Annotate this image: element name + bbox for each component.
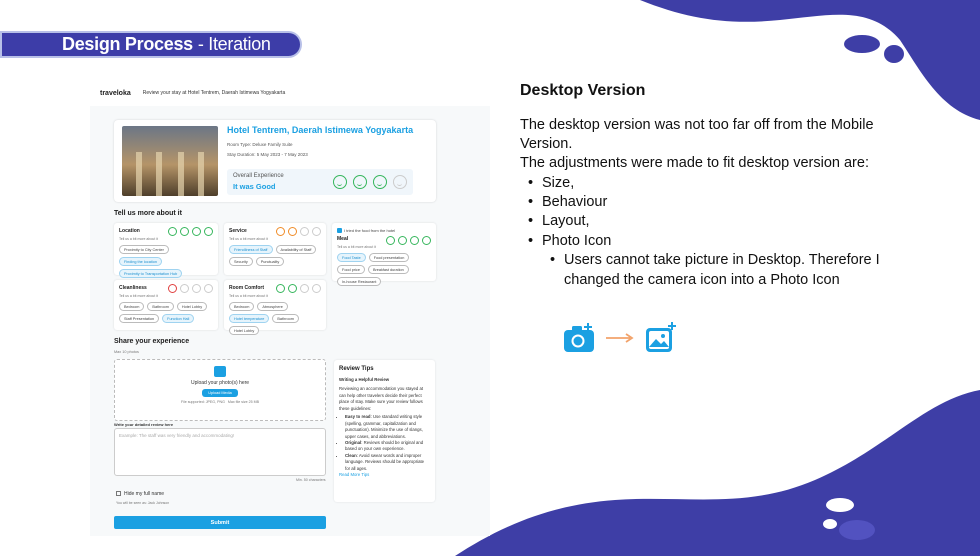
chip[interactable]: Hotel Lobby	[229, 326, 260, 335]
hotel-photo	[122, 126, 218, 196]
room-comfort-card: Room Comfort Tell us a bit more about it…	[224, 280, 326, 335]
chip[interactable]: In-house Restaurant	[337, 277, 382, 287]
cleanliness-sub: Tell us a bit more about it	[119, 294, 158, 298]
room-type: Room Type: Deluxe Family Suite	[227, 142, 293, 147]
photo-icon	[646, 322, 676, 352]
hotel-name: Hotel Tentrem, Daerah Istimewa Yogyakart…	[227, 125, 414, 135]
para-line: The desktop version was not too far off …	[520, 117, 874, 133]
right-heading: Desktop Version	[520, 82, 646, 99]
submit-button[interactable]: Submit	[114, 516, 326, 529]
chip[interactable]: Food price	[337, 265, 365, 275]
share-title: Share your experience	[114, 338, 190, 345]
photo-upload-area[interactable]: Upload your photo(s) here Upload Media F…	[114, 359, 326, 421]
tips-title: Review Tips	[339, 366, 374, 372]
review-textarea[interactable]: Example: The staff was very friendly and…	[114, 428, 326, 476]
title-bold: Design Process	[62, 34, 193, 54]
chip[interactable]: Food presentation	[368, 253, 410, 263]
para-line: Version.	[520, 136, 573, 152]
chip[interactable]: Hotel temperature	[229, 314, 270, 323]
upload-max: Max file size 25 MB	[227, 400, 260, 404]
meal-checkbox-label: I tried the food from the hotel	[344, 228, 396, 233]
min-characters: Min. 50 characters	[296, 478, 326, 482]
read-more-tips-link[interactable]: Read More Tips	[339, 472, 369, 477]
tips-subtitle: Writing a Helpful Review	[339, 377, 390, 382]
service-sub: Tell us a bit more about it	[229, 237, 268, 241]
cleanliness-card: Cleanliness Tell us a bit more about it …	[114, 280, 218, 330]
para-line: The adjustments were made to fit desktop…	[520, 155, 869, 171]
chip[interactable]: Bedroom	[229, 302, 255, 311]
chip[interactable]: Breakfast duration	[367, 265, 409, 275]
room-comfort-sub: Tell us a bit more about it	[229, 294, 268, 298]
review-tips-panel: Review Tips Writing a Helpful Review Rev…	[334, 360, 435, 502]
chip[interactable]: Bathroom	[272, 314, 299, 323]
review-label: Write your detailed review here	[114, 422, 174, 427]
meal-card: I tried the food from the hotel Meal Tel…	[332, 223, 436, 287]
sub-bullet-line: changed the camera icon into a Photo Ico…	[564, 272, 840, 288]
chip[interactable]: Availability of Staff	[275, 245, 317, 254]
chip[interactable]: Food Taste	[337, 253, 366, 263]
overall-experience-box: Overall Experience It was Good	[227, 169, 413, 195]
mockup-header: traveloka Review your stay at Hotel Tent…	[90, 80, 490, 106]
chip[interactable]: Atmosphere	[257, 302, 288, 311]
bottom-right-blob-decoration	[455, 390, 980, 556]
location-card: Location Tell us a bit more about it Pro…	[114, 223, 218, 290]
chip[interactable]: Bedroom	[119, 302, 145, 311]
meal-checkbox-row[interactable]: I tried the food from the hotel	[337, 228, 431, 234]
upload-support: File supported: JPEG, PNG	[180, 400, 225, 404]
upload-media-button[interactable]: Upload Media	[202, 389, 238, 397]
bullet-item: Behaviour	[528, 194, 607, 210]
bullet-item: Photo Icon	[528, 233, 611, 249]
chip[interactable]: Proximity to City Center	[119, 245, 169, 254]
max-photos: Max 10 photos	[114, 350, 139, 354]
hide-name-sub: You will be seen as: Jack Johnson	[116, 501, 170, 505]
hide-name-checkbox[interactable]	[116, 491, 121, 497]
bullet-item: Size,	[528, 175, 574, 191]
upload-text: Upload your photo(s) here	[190, 380, 250, 386]
checkbox-icon[interactable]	[337, 228, 342, 234]
tips-intro: Reviewing an accommodation you stayed at…	[339, 386, 424, 411]
camera-icon	[564, 323, 594, 352]
chip[interactable]: Punctuality	[255, 257, 285, 266]
rating-face-2[interactable]	[353, 175, 367, 189]
location-sub: Tell us a bit more about it	[119, 237, 158, 241]
tip-item: Clean: Avoid swear words and improper la…	[345, 453, 430, 472]
section-title-pill: Design Process - Iteration	[0, 31, 302, 58]
title-light: - Iteration	[197, 34, 271, 54]
chip[interactable]: Function Hall	[162, 314, 195, 323]
chip[interactable]: Proximity to Transportation Hub	[119, 269, 183, 278]
meal-sub: Tell us a bit more about it	[337, 245, 376, 250]
chip[interactable]: Finding the location	[119, 257, 162, 266]
tip-item: Original: Reviews should be original and…	[345, 440, 430, 453]
tell-us-title: Tell us more about it	[114, 210, 182, 217]
mockup-header-text: Review your stay at Hotel Tentrem, Daera…	[142, 90, 286, 96]
rating-face-3[interactable]	[373, 175, 387, 189]
rating-face-1[interactable]	[333, 175, 347, 189]
hide-name-row[interactable]: Hide my full name	[116, 491, 164, 497]
traveloka-logo: traveloka	[100, 89, 131, 97]
hotel-card: Hotel Tentrem, Daerah Istimewa Yogyakart…	[114, 120, 436, 202]
arrow-right-icon	[606, 333, 634, 343]
chip[interactable]: Security	[229, 257, 253, 266]
chip[interactable]: Staff Presentation	[119, 314, 160, 323]
tip-item: Easy to read: Use standard writing style…	[345, 414, 430, 440]
chip[interactable]: Friendliness of Staff	[229, 245, 273, 254]
desktop-mockup: traveloka Review your stay at Hotel Tent…	[90, 80, 490, 536]
stay-duration: Stay Duration: 5 May 2023 - 7 May 2023	[227, 152, 308, 157]
chip[interactable]: Bathroom	[147, 302, 174, 311]
top-right-blob-decoration	[640, 0, 980, 120]
rating-face-4[interactable]	[393, 175, 407, 189]
hide-name-label: Hide my full name	[124, 491, 165, 497]
bullet-item: Layout,	[528, 213, 589, 229]
sub-bullet-line: Users cannot take picture in Desktop. Th…	[550, 252, 880, 268]
chip[interactable]: Hotel Lobby	[176, 302, 208, 311]
photo-icon	[214, 366, 226, 377]
icon-comparison	[562, 321, 678, 355]
service-card: Service Tell us a bit more about it Frie…	[224, 223, 326, 275]
